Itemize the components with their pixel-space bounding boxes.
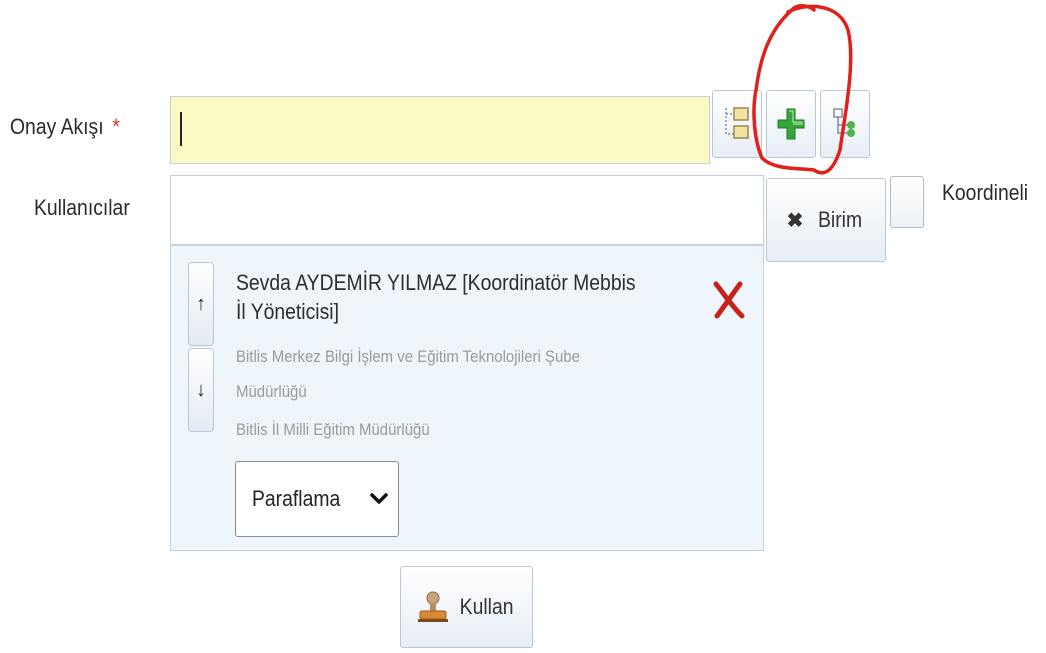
user-name: Sevda AYDEMİR YILMAZ [Koordinatör Mebbis…: [236, 270, 636, 324]
kullan-button[interactable]: Kullan: [400, 566, 533, 648]
onay-akisi-input[interactable]: [170, 96, 710, 164]
action-type-value: Paraflama: [252, 486, 341, 511]
user-organization: Bitlis İl Milli Eğitim Müdürlüğü: [236, 420, 430, 439]
onay-akisi-label: Onay Akışı *: [10, 114, 120, 140]
org-chart-button[interactable]: [712, 90, 762, 158]
birim-button-label: Birim: [818, 207, 863, 232]
x-icon: ✖: [786, 209, 804, 232]
stamp-icon: [417, 591, 448, 622]
green-plus-icon: [777, 108, 805, 140]
org-chart-icon: [725, 107, 749, 139]
birim-button[interactable]: ✖ Birim: [766, 178, 886, 262]
koordineli-label: Koordineli: [942, 180, 1029, 205]
kullan-button-label: Kullan: [459, 594, 514, 619]
arrow-down-icon: ↓: [196, 378, 206, 401]
required-mark: *: [112, 114, 120, 139]
move-down-button[interactable]: ↓: [188, 348, 214, 432]
chevron-down-icon: [370, 493, 389, 504]
action-type-select[interactable]: Paraflama: [235, 461, 399, 537]
remove-user-button[interactable]: [712, 280, 746, 320]
text-caret: [180, 112, 182, 146]
workflow-icon: [833, 108, 855, 137]
user-unit: Bitlis Merkez Bilgi İşlem ve Eğitim Tekn…: [236, 347, 580, 366]
user-unit-continued: Müdürlüğü: [236, 382, 307, 401]
koordineli-checkbox[interactable]: [890, 176, 924, 228]
add-approval-flow-button[interactable]: [766, 90, 816, 158]
arrow-up-icon: ↑: [196, 292, 206, 315]
kullanicilar-label: Kullanıcılar: [34, 195, 130, 220]
workflow-button[interactable]: [820, 90, 870, 158]
remove-x-icon: [713, 281, 745, 319]
move-up-button[interactable]: ↑: [188, 262, 214, 346]
kullanicilar-input[interactable]: [170, 175, 764, 245]
onay-akisi-label-text: Onay Akışı: [10, 114, 104, 139]
